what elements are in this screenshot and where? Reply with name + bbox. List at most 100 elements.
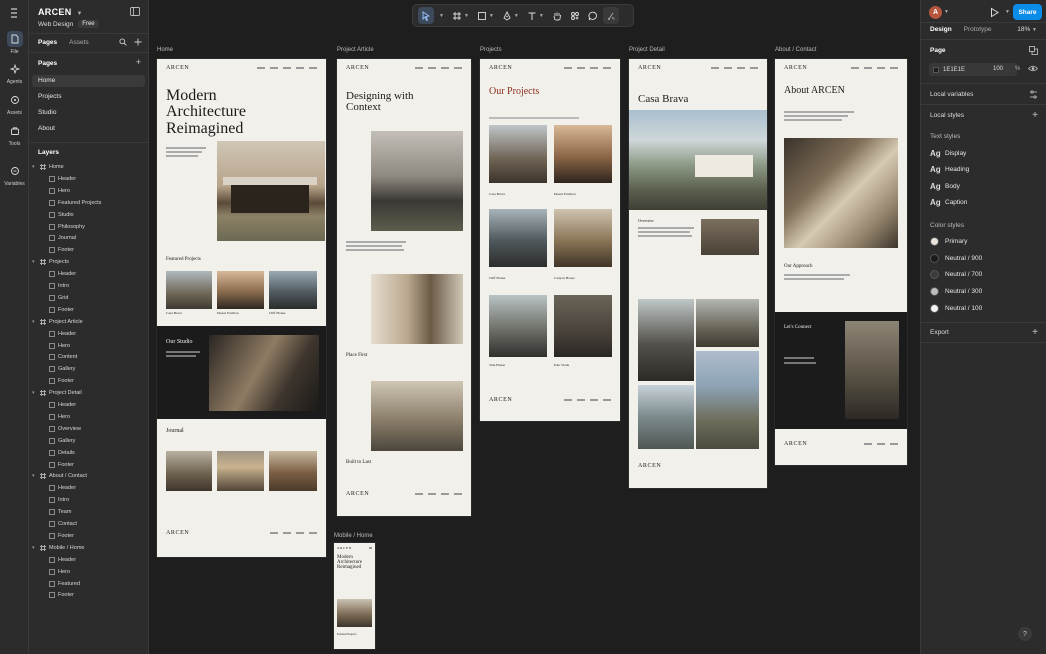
layer-item[interactable]: Content [49,352,77,362]
frame-about-contact[interactable]: ARCEN About ARCEN Our Approach Let's Con… [775,59,907,465]
app-switcher[interactable]: ARCEN ▼ [38,7,82,17]
add-page-plus-icon[interactable]: + [136,57,141,67]
layer-item[interactable]: Footer [49,460,74,470]
layer-item[interactable]: Gallery [49,364,75,374]
color-style-row[interactable]: Neutral / 700 [930,270,982,280]
layer-item[interactable]: Featured Projects [49,198,101,208]
layer-item[interactable]: Header [49,329,76,339]
page-item-about[interactable]: About [32,123,145,135]
chevron-down-icon[interactable]: ▼ [944,9,949,15]
color-style-row[interactable]: Neutral / 100 [930,303,982,313]
frame-project-detail[interactable]: ARCEN Casa Brava Overview ARCEN [629,59,767,488]
layer-item[interactable]: Details [49,448,75,458]
avatar[interactable]: A [929,6,942,19]
move-tool[interactable] [418,7,434,24]
page-background-field[interactable]: 1E1E1E [929,63,1017,76]
rail-assets[interactable]: Assets [0,92,29,116]
layer-frame[interactable]: ▾ Project Article [32,317,83,327]
layer-item[interactable]: Hero [49,186,70,196]
frame-label-projects[interactable]: Projects [480,47,502,53]
page-item-projects[interactable]: Projects [32,91,145,103]
color-style-row[interactable]: Neutral / 300 [930,287,982,297]
layer-frame[interactable]: ▾ Home [32,162,64,172]
rail-agents[interactable]: Agents [0,61,29,85]
rail-file[interactable]: File [0,31,29,55]
frame-label-project-article[interactable]: Project Article [337,47,374,53]
canvas[interactable]: ▼ ▼ ▼ ▼ ▼ Home ARCEN Modern Architecture… [149,0,920,654]
layer-frame[interactable]: ▾ Projects [32,257,69,267]
zoom-control[interactable]: 18% ▼ [1017,26,1037,33]
chevron-down-icon[interactable]: ▾ [32,319,37,325]
layer-item[interactable]: Intro [49,281,69,291]
frame-mobile-home[interactable]: ARCEN Modern Architecture Reimagined Fea… [334,543,375,649]
present-play-icon[interactable] [989,7,1000,20]
tab-assets[interactable]: Assets [69,39,89,46]
layer-frame[interactable]: ▾ About / Contact [32,471,87,481]
frame-label-mobile-home[interactable]: Mobile / Home [334,533,373,539]
tab-pages[interactable]: Pages [38,39,57,46]
frame-home[interactable]: ARCEN Modern Architecture Reimagined Fea… [157,59,326,557]
chevron-down-icon[interactable]: ▾ [32,545,37,551]
layer-item[interactable]: Footer [49,305,74,315]
search-icon[interactable] [119,38,127,48]
eye-icon[interactable] [1027,65,1039,74]
chevron-down-icon[interactable]: ▾ [32,390,37,396]
background-swatch[interactable] [933,66,939,73]
ai-tool[interactable] [602,7,619,24]
layer-item[interactable]: Footer [49,245,74,255]
layer-item[interactable]: Grid [49,293,68,303]
rail-tools[interactable]: Tools [0,123,29,147]
color-style-row[interactable]: Primary [930,237,967,246]
frame-tool[interactable]: ▼ [449,7,472,24]
share-button[interactable]: Share [1013,4,1042,20]
text-style-caption[interactable]: Ag Caption [930,198,967,207]
layer-item[interactable]: Gallery [49,436,75,446]
page-item-home[interactable]: Home [32,75,145,87]
sidebar-toggle-icon[interactable] [130,7,140,18]
file-name[interactable]: Web Design [38,21,73,28]
add-page-icon[interactable] [134,38,142,48]
frame-label-about-contact[interactable]: About / Contact [775,47,816,53]
chevron-down-icon[interactable]: ▼ [1005,9,1010,15]
tab-prototype[interactable]: Prototype [964,26,992,33]
page-settings-icon[interactable] [1029,46,1038,57]
shape-tool[interactable]: ▼ [474,7,497,24]
layer-item[interactable]: Hero [49,412,70,422]
hand-tool[interactable] [549,7,565,24]
local-variables-label[interactable]: Local variables [930,91,973,98]
layer-item[interactable]: Featured [49,579,80,589]
tab-design[interactable]: Design [930,26,952,33]
layer-item[interactable]: Header [49,174,76,184]
background-opacity[interactable]: 100 [993,66,1003,72]
layer-item[interactable]: Footer [49,531,74,541]
pen-tool[interactable]: ▼ [499,7,522,24]
layer-frame[interactable]: ▾ Project Detail [32,388,82,398]
text-style-heading[interactable]: Ag Heading [930,165,969,174]
layer-item[interactable]: Studio [49,210,74,220]
layer-item[interactable]: Header [49,400,76,410]
color-style-row[interactable]: Neutral / 900 [930,253,982,263]
layer-item[interactable]: Philosophy [49,222,85,232]
text-tool[interactable]: ▼ [524,7,547,24]
layer-item[interactable]: Journal [49,233,76,243]
text-style-body[interactable]: Ag Body [930,182,960,191]
layer-item[interactable]: Team [49,507,71,517]
layer-item[interactable]: Header [49,269,76,279]
layer-frame[interactable]: ▾ Mobile / Home [32,543,84,553]
main-menu-icon[interactable] [7,6,21,20]
layer-item[interactable]: Footer [49,590,74,600]
layer-item[interactable]: Header [49,555,76,565]
layer-item[interactable]: Overview [49,424,81,434]
variables-settings-icon[interactable] [1029,90,1038,101]
frame-label-home[interactable]: Home [157,47,173,53]
layer-item[interactable]: Intro [49,495,69,505]
background-hex[interactable]: 1E1E1E [943,67,965,73]
layer-item[interactable]: Hero [49,567,70,577]
page-item-studio[interactable]: Studio [32,107,145,119]
components-tool[interactable] [567,7,583,24]
layer-item[interactable]: Footer [49,376,74,386]
chevron-down-icon[interactable]: ▾ [32,473,37,479]
chevron-down-icon[interactable]: ▾ [32,164,37,170]
layer-item[interactable]: Hero [49,341,70,351]
add-export-plus-icon[interactable]: + [1032,327,1038,338]
